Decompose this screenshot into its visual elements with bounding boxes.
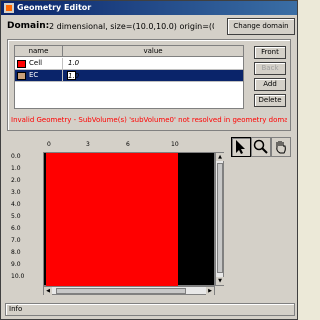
tool-palette <box>231 137 291 157</box>
subvolume-name: Cell <box>29 59 43 67</box>
zoom-magnifier-icon <box>253 139 268 154</box>
geometry-viewer: 0 3 6 10 0.0 1.0 2.0 3.0 4.0 5.0 6.0 7.0… <box>7 137 224 295</box>
y-tick-label: 2.0 <box>11 177 21 184</box>
subvolume-name: EC <box>29 71 39 79</box>
status-bar: Info <box>5 303 295 316</box>
column-header-name[interactable]: name <box>15 46 63 57</box>
y-tick-label: 5.0 <box>11 213 21 220</box>
y-tick-label: 8.0 <box>11 249 21 256</box>
x-tick-label: 10 <box>171 141 179 148</box>
x-tick-label: 3 <box>86 141 90 148</box>
y-tick-label: 3.0 <box>11 189 21 196</box>
subvolume-panel: name value Cell 1.0 EC 1.0 Front Back Ad… <box>7 39 291 131</box>
domain-row: Domain: 2 dimensional, size=(10.0,10.0) … <box>5 18 295 36</box>
name-cell[interactable]: EC <box>15 70 63 82</box>
horizontal-scrollbar[interactable]: ◀ ▶ <box>43 286 215 295</box>
title-bar: Geometry Editor <box>1 1 297 15</box>
domain-label: Domain: <box>7 21 50 31</box>
y-tick-label: 7.0 <box>11 237 21 244</box>
value-cell[interactable]: 1.0 <box>63 70 243 82</box>
window-title: Geometry Editor <box>17 3 92 12</box>
y-tick-label: 4.0 <box>11 201 21 208</box>
color-swatch[interactable] <box>17 60 26 68</box>
y-tick-label: 1.0 <box>11 165 21 172</box>
select-tool-button[interactable] <box>231 137 251 157</box>
delete-button[interactable]: Delete <box>254 94 286 107</box>
horizontal-scroll-thumb[interactable] <box>56 288 186 294</box>
vertical-scroll-thumb[interactable] <box>217 163 223 273</box>
scroll-down-icon[interactable]: ▼ <box>216 277 224 285</box>
scroll-right-icon[interactable]: ▶ <box>206 287 214 295</box>
add-button[interactable]: Add <box>254 78 286 91</box>
select-arrow-icon <box>236 140 245 154</box>
y-tick-label: 6.0 <box>11 225 21 232</box>
error-message: Invalid Geometry - SubVolume(s) 'subVolu… <box>11 116 287 124</box>
vertical-scrollbar[interactable]: ▲ ▼ <box>215 152 224 286</box>
table-row-cell[interactable]: Cell 1.0 <box>15 58 243 70</box>
change-domain-button[interactable]: Change domain <box>227 18 295 35</box>
y-tick-label: 0.0 <box>11 153 21 160</box>
front-button[interactable]: Front <box>254 46 286 59</box>
geometry-canvas[interactable] <box>43 152 215 287</box>
table-header: name value <box>15 46 243 57</box>
zoom-tool-button[interactable] <box>251 137 271 157</box>
y-tick-label: 10.0 <box>11 273 25 280</box>
x-tick-label: 6 <box>126 141 130 148</box>
geometry-editor-window: Geometry Editor Domain: 2 dimensional, s… <box>0 0 298 320</box>
back-button: Back <box>254 62 286 75</box>
name-cell[interactable]: Cell <box>15 58 63 70</box>
pan-hand-icon <box>276 141 286 154</box>
app-icon <box>4 3 14 13</box>
scroll-up-icon[interactable]: ▲ <box>216 153 224 161</box>
value-edit-field[interactable]: 1.0 <box>67 71 79 80</box>
scroll-left-icon[interactable]: ◀ <box>44 287 52 295</box>
column-header-value[interactable]: value <box>63 46 243 57</box>
x-tick-label: 0 <box>47 141 51 148</box>
subvolume-table: name value Cell 1.0 EC 1.0 <box>14 45 244 109</box>
pan-tool-button[interactable] <box>271 137 291 157</box>
geometry-region[interactable] <box>46 153 178 287</box>
subvolume-value: 1.0 <box>68 59 80 67</box>
color-swatch[interactable] <box>17 72 26 80</box>
table-row-ec[interactable]: EC 1.0 <box>15 70 243 82</box>
y-ruler: 0.0 1.0 2.0 3.0 4.0 5.0 6.0 7.0 8.0 9.0 … <box>11 151 41 287</box>
value-cell[interactable]: 1.0 <box>63 58 243 70</box>
y-tick-label: 9.0 <box>11 261 21 268</box>
domain-description: 2 dimensional, size=(10.0,10.0) origin=(… <box>49 22 214 31</box>
